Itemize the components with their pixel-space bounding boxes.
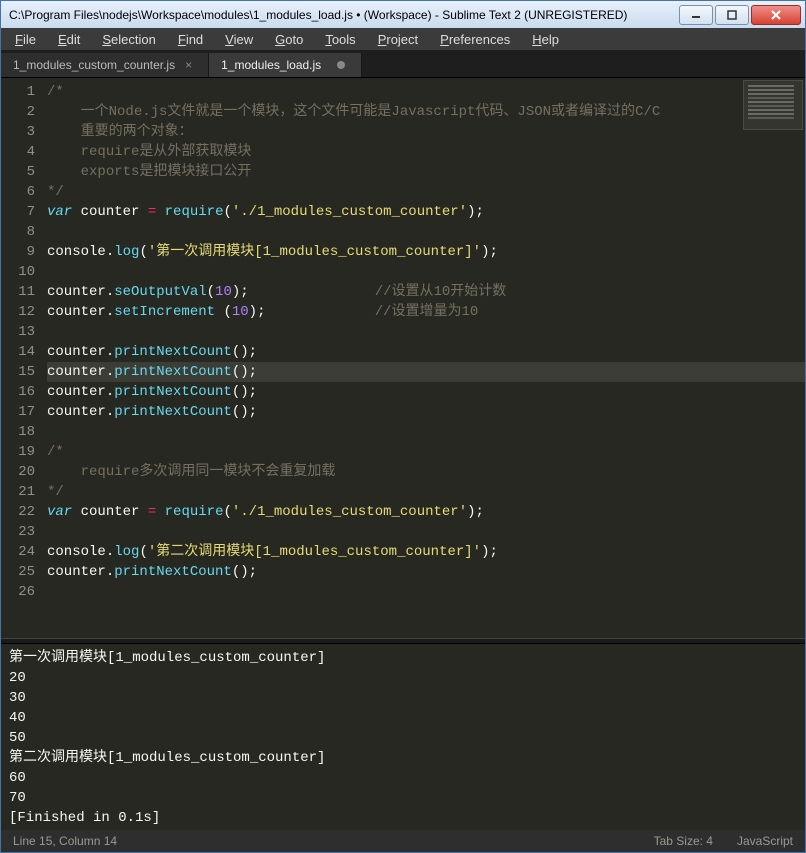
tab-dirty-icon bbox=[337, 61, 345, 69]
menu-selection[interactable]: Selection bbox=[92, 30, 165, 49]
code-line[interactable]: 一个Node.js文件就是一个模块，这个文件可能是Javascript代码、JS… bbox=[47, 102, 805, 122]
line-number: 14 bbox=[1, 342, 35, 362]
tabbar: 1_modules_custom_counter.js × 1_modules_lo… bbox=[1, 50, 805, 78]
code-line[interactable]: counter.printNextCount(); bbox=[47, 402, 805, 422]
line-number: 11 bbox=[1, 282, 35, 302]
menubar: FileEditSelectionFindViewGotoToolsProjec… bbox=[1, 28, 805, 50]
code-line[interactable]: var counter = require('./1_modules_custo… bbox=[47, 202, 805, 222]
line-number: 18 bbox=[1, 422, 35, 442]
status-cursor: Line 15, Column 14 bbox=[13, 834, 117, 848]
line-number: 12 bbox=[1, 302, 35, 322]
tab-label: 1_modules_load.js bbox=[221, 58, 321, 72]
window-title: C:\Program Files\nodejs\Workspace\module… bbox=[5, 8, 679, 22]
line-number: 13 bbox=[1, 322, 35, 342]
code-line[interactable]: counter.printNextCount(); bbox=[47, 562, 805, 582]
line-number: 1 bbox=[1, 82, 35, 102]
titlebar[interactable]: C:\Program Files\nodejs\Workspace\module… bbox=[1, 1, 805, 28]
menu-preferences[interactable]: Preferences bbox=[430, 30, 520, 49]
menu-edit[interactable]: Edit bbox=[48, 30, 90, 49]
code-area[interactable]: 1234567891011121314151617181920212223242… bbox=[1, 78, 805, 638]
menu-find[interactable]: Find bbox=[168, 30, 213, 49]
line-number: 21 bbox=[1, 482, 35, 502]
code-line[interactable]: counter.printNextCount(); bbox=[47, 382, 805, 402]
code-line[interactable]: /* bbox=[47, 82, 805, 102]
line-number: 23 bbox=[1, 522, 35, 542]
line-number: 25 bbox=[1, 562, 35, 582]
code-line[interactable]: */ bbox=[47, 182, 805, 202]
line-number: 20 bbox=[1, 462, 35, 482]
code-line[interactable] bbox=[47, 522, 805, 542]
menu-help[interactable]: Help bbox=[522, 30, 569, 49]
menu-file[interactable]: File bbox=[5, 30, 46, 49]
code-line[interactable]: require是从外部获取模块 bbox=[47, 142, 805, 162]
menu-tools[interactable]: Tools bbox=[315, 30, 365, 49]
code-line[interactable]: exports是把模块接口公开 bbox=[47, 162, 805, 182]
tab-1_modules_custom_counter-js[interactable]: 1_modules_custom_counter.js × bbox=[1, 53, 209, 77]
minimize-button[interactable] bbox=[679, 5, 713, 25]
close-button[interactable] bbox=[751, 5, 801, 25]
code-line[interactable]: counter.seOutputVal(10); //设置从10开始计数 bbox=[47, 282, 805, 302]
code-line[interactable] bbox=[47, 222, 805, 242]
menu-view[interactable]: View bbox=[215, 30, 263, 49]
line-number: 19 bbox=[1, 442, 35, 462]
code[interactable]: /* 一个Node.js文件就是一个模块，这个文件可能是Javascript代码… bbox=[43, 78, 805, 638]
menu-project[interactable]: Project bbox=[368, 30, 428, 49]
tab-close-icon[interactable]: × bbox=[185, 58, 192, 72]
status-tabsize[interactable]: Tab Size: 4 bbox=[654, 834, 713, 848]
line-number: 26 bbox=[1, 582, 35, 602]
code-line[interactable]: */ bbox=[47, 482, 805, 502]
code-line[interactable]: require多次调用同一模块不会重复加载 bbox=[47, 462, 805, 482]
code-line[interactable]: counter.setIncrement (10); //设置增量为10 bbox=[47, 302, 805, 322]
code-line[interactable] bbox=[47, 582, 805, 602]
line-number: 15 bbox=[1, 362, 35, 382]
line-number: 24 bbox=[1, 542, 35, 562]
gutter: 1234567891011121314151617181920212223242… bbox=[1, 78, 43, 638]
line-number: 16 bbox=[1, 382, 35, 402]
build-output-panel[interactable]: 第一次调用模块[1_modules_custom_counter] 20 30 … bbox=[1, 644, 805, 830]
code-line[interactable]: 重要的两个对象： bbox=[47, 122, 805, 142]
window-buttons bbox=[679, 5, 801, 25]
line-number: 17 bbox=[1, 402, 35, 422]
minimap[interactable] bbox=[743, 80, 803, 130]
line-number: 5 bbox=[1, 162, 35, 182]
window-frame: C:\Program Files\nodejs\Workspace\module… bbox=[0, 0, 806, 853]
menu-goto[interactable]: Goto bbox=[265, 30, 313, 49]
code-line[interactable] bbox=[47, 322, 805, 342]
line-number: 10 bbox=[1, 262, 35, 282]
code-line[interactable] bbox=[47, 262, 805, 282]
line-number: 9 bbox=[1, 242, 35, 262]
line-number: 22 bbox=[1, 502, 35, 522]
line-number: 2 bbox=[1, 102, 35, 122]
line-number: 3 bbox=[1, 122, 35, 142]
line-number: 7 bbox=[1, 202, 35, 222]
line-number: 4 bbox=[1, 142, 35, 162]
code-line[interactable]: counter.printNextCount(); bbox=[47, 362, 805, 382]
line-number: 6 bbox=[1, 182, 35, 202]
tab-1_modules_load-js[interactable]: 1_modules_load.js bbox=[209, 53, 362, 77]
code-line[interactable]: var counter = require('./1_modules_custo… bbox=[47, 502, 805, 522]
maximize-button[interactable] bbox=[715, 5, 749, 25]
status-language[interactable]: JavaScript bbox=[737, 834, 793, 848]
statusbar: Line 15, Column 14 Tab Size: 4 JavaScrip… bbox=[1, 830, 805, 852]
code-line[interactable]: console.log('第一次调用模块[1_modules_custom_co… bbox=[47, 242, 805, 262]
code-line[interactable]: /* bbox=[47, 442, 805, 462]
code-line[interactable]: counter.printNextCount(); bbox=[47, 342, 805, 362]
code-line[interactable]: console.log('第二次调用模块[1_modules_custom_co… bbox=[47, 542, 805, 562]
line-number: 8 bbox=[1, 222, 35, 242]
editor-wrap: 1234567891011121314151617181920212223242… bbox=[1, 78, 805, 830]
tab-label: 1_modules_custom_counter.js bbox=[13, 58, 175, 72]
code-line[interactable] bbox=[47, 422, 805, 442]
